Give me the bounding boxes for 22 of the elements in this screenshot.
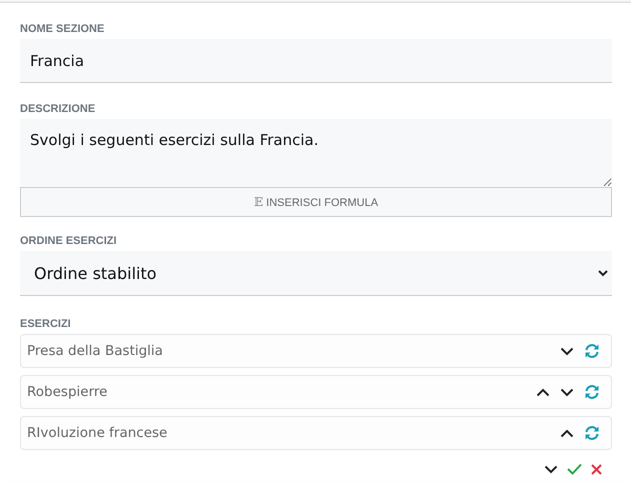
chevron-down-icon[interactable] [560, 346, 574, 356]
exercise-item[interactable]: RIvoluzione francese [20, 416, 612, 450]
field-label: DESCRIZIONE [20, 103, 96, 115]
check-icon[interactable] [567, 463, 582, 475]
field-label: ORDINE ESERCIZI [20, 235, 118, 247]
refresh-icon[interactable] [584, 384, 600, 400]
refresh-icon[interactable] [584, 425, 600, 441]
chevron-up-icon[interactable] [560, 428, 574, 438]
refresh-icon[interactable] [584, 343, 600, 359]
field-label: NOME SEZIONE [20, 23, 106, 35]
chevron-up-icon[interactable] [536, 388, 550, 396]
input-field[interactable]: Francia [20, 39, 612, 83]
text-area[interactable]: Svolgi i seguenti esercizi sulla Francia. [20, 119, 612, 187]
chevron-down-icon[interactable] [544, 464, 558, 474]
chevron-down-icon[interactable] [560, 388, 574, 396]
chevron-down-icon [598, 270, 608, 276]
close-icon[interactable] [591, 464, 602, 474]
field-label: ESERCIZI [20, 318, 72, 330]
exercise-item[interactable]: Robespierre [20, 375, 612, 409]
insert-formula-button[interactable]: 𝔼 INSERISCI FORMULA [20, 187, 612, 217]
exercise-item[interactable]: Presa della Bastiglia [20, 334, 612, 368]
select-field[interactable]: Ordine stabilito [20, 251, 612, 296]
